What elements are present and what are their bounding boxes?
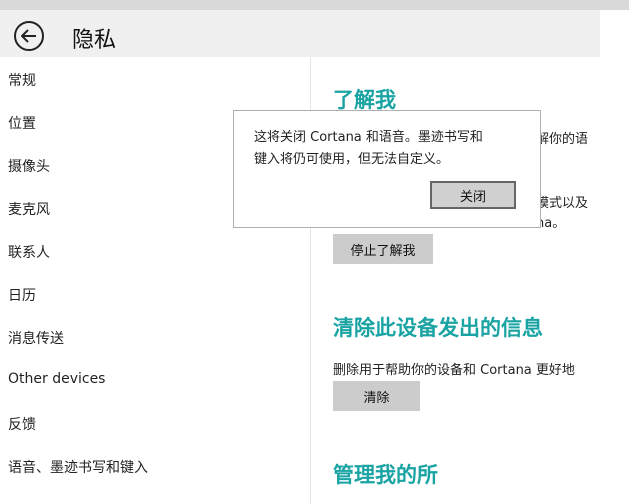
sidebar-item-other-devices[interactable]: Other devices	[8, 371, 105, 387]
sidebar-item-calendar[interactable]: 日历	[8, 285, 36, 305]
edge-fade	[440, 440, 629, 504]
know-me-text-fragment-2: 模式以及	[536, 196, 589, 211]
sidebar-item-microphone[interactable]: 麦克风	[8, 199, 50, 219]
sidebar-item-speech-inking-typing[interactable]: 语音、墨迹书写和键入	[8, 457, 148, 477]
back-button[interactable]	[14, 21, 44, 51]
dialog-message: 这将关闭 Cortana 和语音。墨迹书写和 键入将仍可使用，但无法自定义。	[254, 127, 483, 171]
dialog-message-line-1: 这将关闭 Cortana 和语音。墨迹书写和	[254, 130, 483, 145]
sidebar-item-location[interactable]: 位置	[8, 113, 36, 133]
title-bar: 隐私	[0, 10, 600, 57]
manage-heading: 管理我的所	[333, 463, 438, 487]
dialog-close-button[interactable]: 关闭	[430, 181, 516, 209]
know-me-text-fragment-1: 解你的语	[536, 132, 589, 147]
clear-info-heading: 清除此设备发出的信息	[333, 316, 543, 340]
sidebar-item-general[interactable]: 常规	[8, 70, 36, 90]
sidebar-item-messaging[interactable]: 消息传送	[8, 328, 64, 348]
window-top-strip	[0, 0, 629, 10]
confirm-dialog: 这将关闭 Cortana 和语音。墨迹书写和 键入将仍可使用，但无法自定义。 关…	[233, 110, 541, 228]
clear-info-description: 删除用于帮助你的设备和 Cortana 更好地	[333, 363, 575, 378]
clear-button[interactable]: 清除	[333, 381, 420, 411]
sidebar-item-contacts[interactable]: 联系人	[8, 242, 50, 262]
sidebar-item-feedback[interactable]: 反馈	[8, 414, 36, 434]
sidebar-item-camera[interactable]: 摄像头	[8, 156, 50, 176]
dialog-message-line-2: 键入将仍可使用，但无法自定义。	[254, 152, 450, 167]
page-title: 隐私	[72, 28, 117, 53]
stop-knowing-me-button[interactable]: 停止了解我	[333, 234, 433, 264]
arrow-left-icon	[21, 29, 36, 43]
